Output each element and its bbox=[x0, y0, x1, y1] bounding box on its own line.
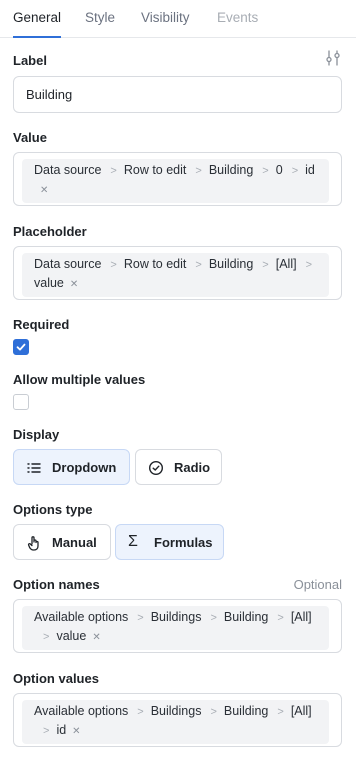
path-segment: 0 bbox=[275, 163, 283, 177]
option-names-label: Option names bbox=[13, 577, 100, 592]
active-tab-indicator bbox=[13, 36, 61, 38]
tab-general[interactable]: General bbox=[13, 10, 61, 25]
sliders-settings-icon[interactable] bbox=[324, 49, 342, 67]
path-segment: id bbox=[305, 163, 315, 177]
chevron-right-icon: > bbox=[43, 725, 50, 737]
tab-style[interactable]: Style bbox=[85, 10, 115, 25]
path-segment: value bbox=[56, 629, 87, 643]
chevron-right-icon: > bbox=[291, 165, 299, 177]
option-names-formula-field[interactable]: Available options > Buildings > Building > [Al… bbox=[13, 599, 342, 653]
option-names-path-pill: Available options > Buildings > Building > [Al… bbox=[22, 606, 329, 650]
list-icon bbox=[27, 463, 41, 473]
chevron-right-icon: > bbox=[195, 165, 202, 177]
chevron-right-icon: > bbox=[262, 259, 269, 271]
allow-multiple-label: Allow multiple values bbox=[13, 372, 146, 387]
placeholder-path-pill: Data source > Row to edit > Building > [All] > v… bbox=[22, 253, 329, 297]
path-segment: [All] bbox=[290, 704, 312, 718]
placeholder-field-label: Placeholder bbox=[13, 224, 87, 239]
options-type-label: Options type bbox=[13, 502, 93, 517]
path-segment: Building bbox=[208, 163, 254, 177]
check-circle-icon bbox=[148, 460, 164, 476]
chevron-right-icon: > bbox=[277, 706, 284, 718]
value-field-label: Value bbox=[13, 130, 47, 145]
chevron-right-icon: > bbox=[305, 259, 313, 271]
display-radio-button[interactable]: Radio bbox=[135, 449, 222, 485]
close-icon[interactable]: ✕ bbox=[72, 723, 80, 741]
value-formula-field[interactable]: Data source > Row to edit > Building >0 > id ✕ bbox=[13, 152, 342, 206]
option-values-path-pill: Available options > Buildings > Building > [Al… bbox=[22, 700, 329, 744]
placeholder-formula-field[interactable]: Data source > Row to edit > Building > [All] > v… bbox=[13, 246, 342, 300]
chevron-right-icon: > bbox=[43, 631, 50, 643]
chevron-right-icon: > bbox=[262, 165, 269, 177]
option-values-formula-field[interactable]: Available options > Buildings > Building > [Al… bbox=[13, 693, 342, 747]
option-values-label: Option values bbox=[13, 671, 99, 686]
checkmark-icon bbox=[16, 343, 26, 351]
required-checkbox[interactable] bbox=[13, 339, 29, 355]
chevron-right-icon: > bbox=[137, 706, 144, 718]
formulas-label: Formulas bbox=[154, 535, 213, 550]
chevron-right-icon: > bbox=[110, 259, 117, 271]
required-label: Required bbox=[13, 317, 70, 332]
options-type-formulas-button[interactable]: Σ Formulas bbox=[115, 524, 224, 560]
display-label: Display bbox=[13, 427, 60, 442]
optional-hint: Optional bbox=[293, 577, 342, 592]
manual-label: Manual bbox=[52, 535, 97, 550]
label-input-value: Building bbox=[26, 87, 73, 102]
dropdown-label: Dropdown bbox=[52, 460, 117, 475]
path-segment: Row to edit bbox=[123, 163, 187, 177]
label-input[interactable]: Building bbox=[13, 76, 342, 113]
path-segment: Building bbox=[208, 257, 254, 271]
close-icon[interactable]: ✕ bbox=[40, 182, 48, 200]
path-segment: value bbox=[34, 276, 64, 290]
path-segment: Buildings bbox=[150, 704, 202, 718]
path-segment: [All] bbox=[290, 610, 312, 624]
chevron-right-icon: > bbox=[277, 612, 284, 624]
path-segment: Building bbox=[223, 610, 269, 624]
chevron-right-icon: > bbox=[210, 612, 217, 624]
chevron-right-icon: > bbox=[210, 706, 217, 718]
path-segment: id bbox=[56, 723, 67, 737]
path-segment: Row to edit bbox=[123, 257, 187, 271]
close-icon[interactable]: ✕ bbox=[70, 276, 78, 294]
display-dropdown-button[interactable]: Dropdown bbox=[13, 449, 130, 485]
path-segment: Buildings bbox=[150, 610, 202, 624]
allow-multiple-checkbox[interactable] bbox=[13, 394, 29, 410]
path-segment: Building bbox=[223, 704, 269, 718]
chevron-right-icon: > bbox=[195, 259, 202, 271]
hand-pointer-icon bbox=[27, 536, 39, 551]
radio-label: Radio bbox=[174, 460, 211, 475]
path-segment: [All] bbox=[275, 257, 297, 271]
path-segment: Data source bbox=[34, 163, 102, 177]
path-segment: Available options bbox=[34, 704, 129, 718]
tab-bar: General Style Visibility Events bbox=[0, 0, 356, 38]
chevron-right-icon: > bbox=[110, 165, 117, 177]
sigma-icon: Σ bbox=[128, 533, 138, 550]
tab-events[interactable]: Events bbox=[217, 10, 258, 25]
chevron-right-icon: > bbox=[137, 612, 144, 624]
path-segment: Available options bbox=[34, 610, 129, 624]
options-type-manual-button[interactable]: Manual bbox=[13, 524, 111, 560]
label-field-label: Label bbox=[13, 53, 47, 68]
tab-visibility[interactable]: Visibility bbox=[141, 10, 190, 25]
path-segment: Data source bbox=[34, 257, 102, 271]
value-path-pill: Data source > Row to edit > Building >0 > id ✕ bbox=[22, 159, 329, 203]
close-icon[interactable]: ✕ bbox=[92, 629, 100, 647]
